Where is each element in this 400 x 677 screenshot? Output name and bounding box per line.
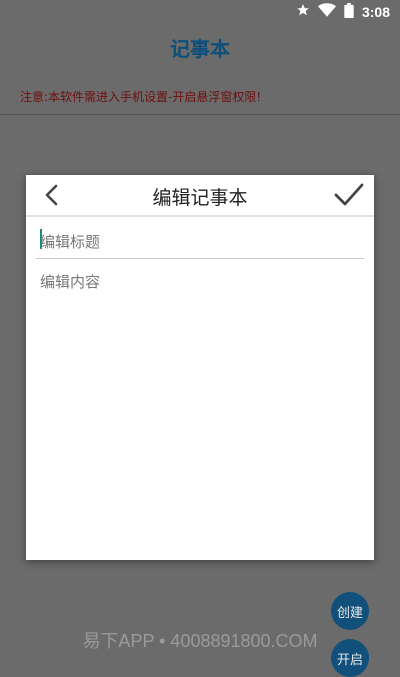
clock: 3:08 (361, 4, 390, 20)
note-content-input[interactable] (36, 267, 364, 547)
status-bar: 3:08 (0, 0, 400, 24)
dialog-header: 编辑记事本 (26, 175, 374, 217)
permission-notice: 注意:本软件需进入手机设置-开启悬浮窗权限! (20, 90, 262, 104)
create-button-label: 创建 (336, 605, 363, 621)
check-icon (334, 183, 364, 206)
text-cursor (40, 229, 42, 249)
watermark: 易下APP • 4008891800.COM (82, 631, 318, 651)
create-button[interactable]: 创建 (331, 592, 369, 630)
star-icon (296, 3, 310, 21)
dialog-title: 编辑记事本 (152, 187, 248, 209)
edit-note-dialog: 编辑记事本 (26, 175, 374, 560)
header-divider (0, 114, 400, 115)
app-title: 记事本 (170, 37, 230, 61)
note-title-input[interactable] (36, 225, 364, 259)
battery-icon (344, 2, 354, 22)
wifi-icon (317, 3, 336, 21)
confirm-button[interactable] (334, 181, 364, 209)
